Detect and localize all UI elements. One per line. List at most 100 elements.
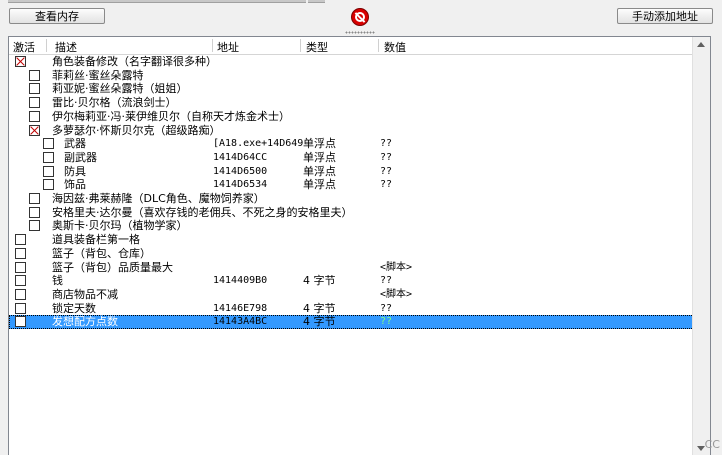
top-toolbar: 查看内存 手动添加地址 [0, 0, 722, 34]
row-description: 道具装备栏第一格 [52, 233, 140, 247]
table-row[interactable]: 防具 1414D6500 单浮点?? [9, 165, 694, 179]
row-description: 钱 [52, 274, 63, 288]
active-checkbox[interactable] [43, 151, 54, 163]
active-checkbox[interactable] [29, 83, 40, 95]
active-checkbox[interactable] [43, 179, 54, 191]
footer-fragment: CC [704, 438, 720, 451]
table-row[interactable]: 雷比·贝尔格（流浪剑士） [9, 96, 694, 110]
table-row[interactable]: 篮子（背包、仓库） [9, 247, 694, 261]
row-address: 1414D6500 [213, 165, 268, 177]
active-checkbox[interactable] [15, 302, 26, 314]
row-description: 奥斯卡·贝尔玛（植物学家） [52, 219, 188, 233]
progress-bar-end [308, 0, 325, 3]
active-checkbox[interactable] [15, 261, 26, 273]
table-header: 激活 描述 地址 类型 数值 [9, 37, 694, 55]
active-checkbox[interactable] [29, 220, 40, 232]
table-row[interactable]: 副武器 1414D64CC 单浮点?? [9, 151, 694, 165]
row-address: 1414D64CC [213, 151, 268, 163]
row-address: [A18.exe+14D649 [213, 138, 304, 150]
active-checkbox[interactable] [29, 124, 40, 136]
active-checkbox[interactable] [15, 247, 26, 259]
table-row[interactable]: 角色装备修改（名字翻译很多种） [9, 55, 694, 69]
table-row[interactable]: 发想配方点数 14143A4BC 4 字节?? [9, 315, 694, 329]
row-type: 单浮点 [303, 178, 336, 192]
row-address: 14146E798 [213, 302, 268, 314]
row-description: 菲莉丝·蜜丝朵露特 [52, 68, 144, 82]
table-row[interactable]: 安格里夫·达尔曼（喜欢存钱的老佣兵、不死之身的安格里夫） [9, 206, 694, 220]
row-description: 伊尔梅莉亚·冯·莱伊维贝尔（自称天才炼金术士） [52, 109, 290, 123]
row-description: 武器 [64, 137, 86, 151]
table-row[interactable]: 武器 [A18.exe+14D649 单浮点?? [9, 137, 694, 151]
active-checkbox[interactable] [29, 206, 40, 218]
column-divider[interactable] [300, 39, 301, 52]
row-description: 篮子（背包、仓库） [52, 246, 151, 260]
column-divider[interactable] [46, 39, 47, 52]
row-type: 4 字节 [303, 315, 336, 329]
column-divider[interactable] [378, 39, 379, 52]
row-type: 单浮点 [303, 137, 336, 151]
row-description: 安格里夫·达尔曼（喜欢存钱的老佣兵、不死之身的安格里夫） [52, 205, 353, 219]
active-checkbox[interactable] [29, 97, 40, 109]
table-row[interactable]: 奥斯卡·贝尔玛（植物学家） [9, 219, 694, 233]
row-address: 1414D6534 [213, 179, 268, 191]
row-description: 防具 [64, 164, 86, 178]
scroll-up-icon[interactable] [697, 42, 705, 47]
table-row[interactable]: 篮子（背包）品质量最大 <脚本> [9, 261, 694, 275]
row-value: ?? [380, 151, 393, 163]
row-type: 4 字节 [303, 301, 336, 315]
column-header-type[interactable]: 类型 [306, 39, 328, 55]
row-value: ?? [380, 316, 393, 328]
table-row[interactable]: 道具装备栏第一格 [9, 233, 694, 247]
row-description: 多萝瑟尔·怀斯贝尔克（超级路痴） [52, 123, 221, 137]
active-checkbox[interactable] [15, 316, 26, 328]
row-address: 1414409B0 [213, 275, 268, 287]
row-description: 篮子（背包）品质量最大 [52, 260, 173, 274]
row-description: 角色装备修改（名字翻译很多种） [52, 55, 217, 68]
table-row[interactable]: 伊尔梅莉亚·冯·莱伊维贝尔（自称天才炼金术士） [9, 110, 694, 124]
active-checkbox[interactable] [43, 165, 54, 177]
add-address-button[interactable]: 手动添加地址 [617, 8, 713, 24]
active-checkbox[interactable] [29, 110, 40, 122]
row-description: 发想配方点数 [52, 315, 118, 329]
active-checkbox[interactable] [15, 56, 26, 67]
progress-bar [8, 0, 306, 3]
column-header-address[interactable]: 地址 [217, 39, 239, 55]
row-value: ?? [380, 179, 393, 191]
table-row[interactable]: 海因兹·弗莱赫隆（DLC角色、魔物饲养家） [9, 192, 694, 206]
active-checkbox[interactable] [15, 234, 26, 246]
column-header-active[interactable]: 激活 [13, 39, 35, 55]
table-row[interactable]: 锁定天数 14146E798 4 字节?? [9, 302, 694, 316]
column-header-description[interactable]: 描述 [55, 39, 77, 55]
row-description: 饰品 [64, 178, 86, 192]
row-type: 单浮点 [303, 164, 336, 178]
vertical-scrollbar[interactable] [692, 37, 710, 455]
active-checkbox[interactable] [15, 288, 26, 300]
table-row[interactable]: 饰品 1414D6534 单浮点?? [9, 178, 694, 192]
active-checkbox[interactable] [15, 275, 26, 287]
row-value: ?? [380, 138, 393, 150]
column-header-value[interactable]: 数值 [384, 39, 406, 55]
stop-icon[interactable] [351, 8, 369, 26]
row-description: 副武器 [64, 150, 97, 164]
table-row[interactable]: 多萝瑟尔·怀斯贝尔克（超级路痴） [9, 124, 694, 138]
table-row[interactable]: 商店物品不减 <脚本> [9, 288, 694, 302]
row-description: 雷比·贝尔格（流浪剑士） [52, 96, 177, 110]
table-row[interactable]: 钱 1414409B0 4 字节?? [9, 274, 694, 288]
row-value: <脚本> [380, 288, 413, 300]
table-row[interactable]: 菲莉丝·蜜丝朵露特 [9, 69, 694, 83]
cheat-table: 激活 描述 地址 类型 数值 角色装备修改（名字翻译很多种） 菲莉丝·蜜丝朵露特莉… [8, 36, 711, 455]
row-value: ?? [380, 165, 393, 177]
memory-view-button[interactable]: 查看内存 [9, 8, 105, 24]
table-row[interactable]: 莉亚妮·蜜丝朵露特（姐姐） [9, 82, 694, 96]
row-description: 海因兹·弗莱赫隆（DLC角色、魔物饲养家） [52, 192, 265, 205]
active-checkbox[interactable] [29, 69, 40, 81]
row-description: 莉亚妮·蜜丝朵露特（姐姐） [52, 82, 188, 96]
active-checkbox[interactable] [29, 193, 40, 204]
splitter-grip[interactable] [345, 31, 375, 34]
row-description: 锁定天数 [52, 301, 96, 315]
row-value: ?? [380, 275, 393, 287]
row-value: ?? [380, 302, 393, 314]
row-type: 4 字节 [303, 274, 336, 288]
column-divider[interactable] [212, 39, 213, 52]
active-checkbox[interactable] [43, 138, 54, 150]
